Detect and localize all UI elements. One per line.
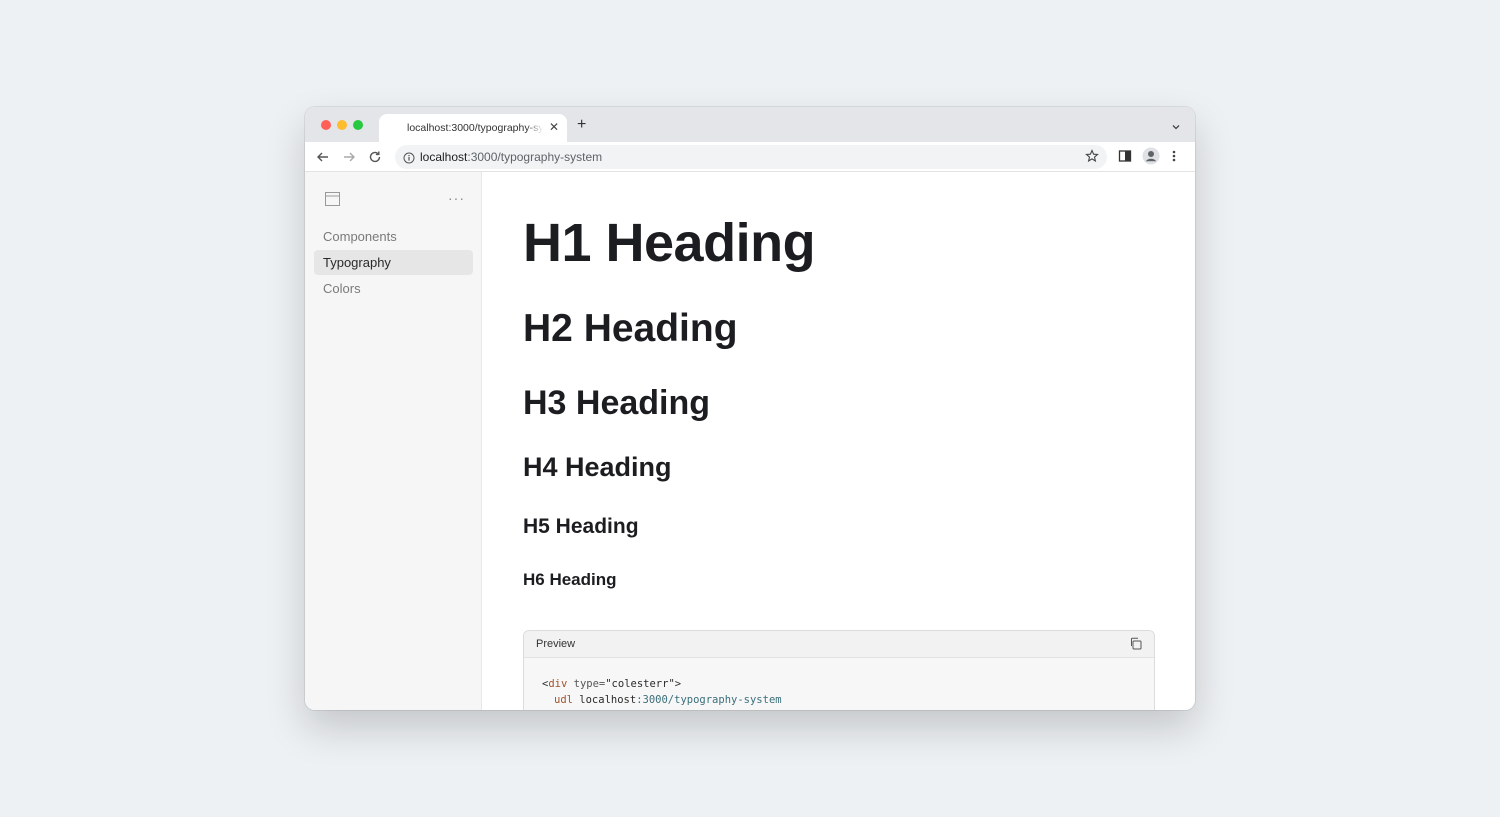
sidebar-item-components[interactable]: Components	[314, 224, 473, 249]
sidebar-toggle-icon[interactable]	[325, 192, 340, 211]
side-panel-icon[interactable]	[1118, 149, 1132, 168]
code-preview-card: Preview <div type="colesterr"> udl local…	[523, 630, 1155, 710]
address-bar[interactable]: localhost:3000/typography-system	[395, 145, 1107, 169]
h4-heading: H4 Heading	[523, 452, 672, 482]
forward-arrow-icon[interactable]	[341, 149, 357, 165]
back-arrow-icon[interactable]	[315, 149, 331, 165]
code-token: type=	[567, 678, 606, 690]
reload-icon[interactable]	[367, 149, 383, 165]
sidebar-item-colors[interactable]: Colors	[314, 276, 473, 301]
tab-title: localhost:3000/typography-system	[407, 122, 543, 134]
h3-heading: H3 Heading	[523, 384, 711, 422]
tab-strip: localhost:3000/typography-system ✕ +	[305, 107, 1195, 142]
code-block: <div type="colesterr"> udl localhost:300…	[524, 658, 1154, 710]
h2-heading: H2 Heading	[523, 307, 738, 350]
sidebar-item-typography[interactable]: Typography	[314, 250, 473, 275]
code-token: localhost	[572, 694, 637, 706]
code-token: >	[674, 678, 682, 690]
code-token: udl	[554, 694, 573, 706]
code-line: udl localhost:3000/typography-system	[542, 692, 1136, 708]
h6-heading: H6 Heading	[523, 570, 617, 589]
browser-window: localhost:3000/typography-system ✕ + loc…	[305, 107, 1195, 710]
window-controls	[321, 120, 363, 130]
tab-search-chevron-icon[interactable]	[1171, 119, 1181, 137]
code-token: "colesterr"	[605, 678, 675, 690]
code-token: div	[548, 678, 568, 690]
url-text: localhost:3000/typography-system	[420, 150, 602, 164]
more-options-icon[interactable]: ···	[448, 190, 465, 206]
tab-active[interactable]: localhost:3000/typography-system ✕	[379, 114, 567, 142]
h5-heading: H5 Heading	[523, 515, 639, 538]
url-host: localhost	[420, 150, 468, 164]
bookmark-star-icon[interactable]	[1085, 149, 1099, 168]
browser-menu-icon[interactable]	[1171, 149, 1177, 168]
h1-heading: H1 Heading	[523, 213, 816, 273]
code-preview-header: Preview	[524, 631, 1154, 658]
sidebar: ··· Components Typography Colors	[305, 172, 482, 710]
browser-toolbar: localhost:3000/typography-system	[305, 142, 1195, 172]
minimize-window-button[interactable]	[337, 120, 347, 130]
main-content: H1 Heading H2 Heading H3 Heading H4 Head…	[483, 172, 1195, 710]
site-info-icon[interactable]	[403, 151, 415, 169]
profile-avatar-icon[interactable]	[1142, 147, 1160, 170]
code-line: <div type="colesterr">	[542, 676, 1136, 692]
close-window-button[interactable]	[321, 120, 331, 130]
copy-icon[interactable]	[1129, 637, 1142, 653]
url-path: :3000/typography-system	[467, 150, 603, 164]
code-token: :3000/typography-system	[636, 694, 782, 706]
tab-close-icon[interactable]: ✕	[549, 120, 559, 134]
maximize-window-button[interactable]	[353, 120, 363, 130]
new-tab-icon[interactable]: +	[577, 116, 586, 134]
code-preview-title: Preview	[536, 638, 576, 650]
